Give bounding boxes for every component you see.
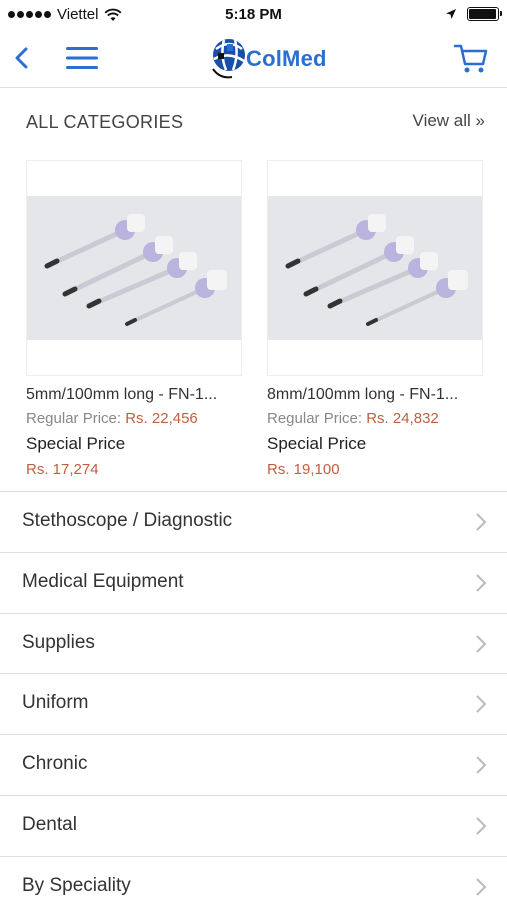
regular-price: Rs. 22,456 [125, 410, 198, 427]
regular-price-row: Regular Price: Rs. 22,456 [26, 410, 242, 427]
category-item-medical-equipment[interactable]: Medical Equipment [0, 551, 507, 613]
chevron-right-icon [476, 878, 487, 896]
colmed-logo[interactable]: ColMed [210, 32, 327, 86]
back-chevron-icon[interactable] [10, 43, 36, 73]
chevron-right-icon [476, 695, 487, 714]
product-name: 8mm/100mm long - FN-1... [267, 386, 459, 403]
hamburger-menu-icon[interactable] [64, 45, 100, 71]
product-card[interactable]: 8mm/100mm long - FN-1... Regular Price: … [267, 160, 483, 478]
battery-fill [469, 9, 496, 19]
category-item-supplies[interactable]: Supplies [0, 612, 507, 674]
chevron-right-icon [476, 817, 487, 835]
category-label: Stethoscope / Diagnostic [22, 510, 233, 531]
regular-price-row: Regular Price: Rs. 24,832 [267, 410, 483, 427]
category-label: Medical Equipment [22, 570, 184, 592]
category-label: Chronic [22, 753, 88, 775]
battery-icon [467, 7, 502, 21]
category-list: Stethoscope / Diagnostic Medical Equipme… [0, 491, 507, 900]
trocar-image [27, 196, 241, 340]
chevron-right-icon [476, 634, 487, 653]
globe-logo-icon [212, 39, 245, 79]
location-arrow-icon [446, 9, 456, 19]
chevron-right-icon [476, 756, 487, 774]
product-image[interactable] [26, 160, 242, 376]
special-price-label: Special Price [26, 434, 126, 453]
trocar-image [268, 196, 482, 340]
nav-bar: ColMed [0, 30, 507, 88]
status-bar: Viettel 5:18 PM [0, 0, 507, 30]
product-carousel: 5mm/100mm long - FN-1... Regular Price: … [0, 160, 507, 490]
chevron-right-icon [476, 513, 487, 531]
section-title: ALL CATEGORIES [26, 112, 184, 132]
category-item-uniform[interactable]: Uniform [0, 673, 507, 734]
regular-price: Rs. 24,832 [366, 410, 439, 427]
category-item-dental[interactable]: Dental [0, 794, 507, 856]
category-label: Uniform [22, 692, 89, 714]
categories-header: ALL CATEGORIES View all » [0, 100, 507, 144]
chevron-right-icon [476, 574, 487, 592]
special-price: Rs. 17,274 [26, 461, 99, 478]
status-right [445, 7, 502, 21]
view-all-link[interactable]: View all » [413, 111, 485, 131]
regular-price-label: Regular Price: [267, 410, 363, 427]
product-image[interactable] [267, 160, 483, 376]
category-item-chronic[interactable]: Chronic [0, 734, 507, 795]
product-name: 5mm/100mm long - FN-1... [26, 386, 218, 403]
category-item-by-speciality[interactable]: By Speciality [0, 855, 507, 900]
logo-text: ColMed [246, 46, 327, 71]
special-price-label: Special Price [267, 434, 367, 453]
category-label: Supplies [22, 631, 95, 653]
category-item-stethoscope-diagnostic[interactable]: Stethoscope / Diagnostic [0, 491, 507, 552]
product-card[interactable]: 5mm/100mm long - FN-1... Regular Price: … [26, 160, 242, 478]
category-label: Dental [22, 813, 77, 835]
status-time: 5:18 PM [225, 6, 282, 23]
special-price: Rs. 19,100 [267, 461, 340, 478]
regular-price-label: Regular Price: [26, 410, 122, 427]
cart-icon[interactable] [453, 40, 489, 76]
category-label: By Speciality [22, 874, 131, 896]
